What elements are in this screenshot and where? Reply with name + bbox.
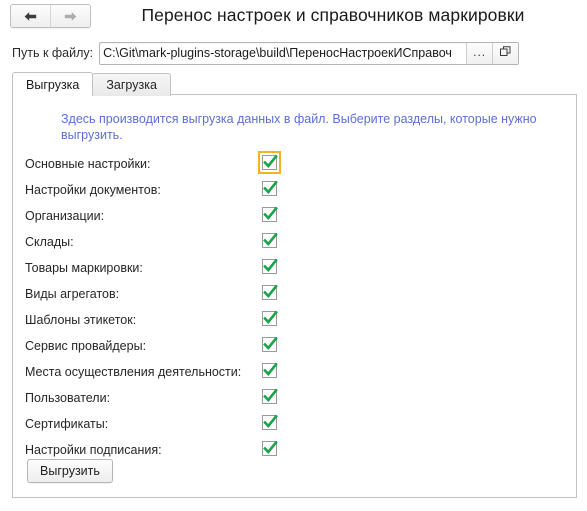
checkbox-label: Организации:	[25, 209, 105, 223]
tab-zagruzka[interactable]: Загрузка	[92, 73, 171, 96]
checkbox-row-servis-provaydery[interactable]: Сервис провайдеры:	[13, 333, 576, 359]
section-checkbox-list: Основные настройки: Настройки документов…	[13, 151, 576, 463]
browse-button[interactable]: ...	[466, 42, 493, 64]
back-button[interactable]	[11, 5, 50, 27]
open-external-button[interactable]	[492, 42, 519, 64]
checkbox-label: Сертификаты:	[25, 417, 109, 431]
open-external-icon	[499, 45, 512, 61]
checkbox-label: Сервис провайдеры:	[25, 339, 147, 353]
checkbox-input[interactable]	[262, 388, 278, 404]
checkbox-row-tovary-markirovki[interactable]: Товары маркировки:	[13, 255, 576, 281]
checkbox-input[interactable]	[262, 414, 278, 430]
checkbox-input[interactable]	[262, 232, 278, 248]
checkbox-input[interactable]	[262, 284, 278, 300]
tab-panel-vygruzka: Здесь производится выгрузка данных в фай…	[12, 94, 577, 498]
checkbox-row-vidy-agregatov[interactable]: Виды агрегатов:	[13, 281, 576, 307]
file-path-input[interactable]	[100, 42, 467, 64]
checkbox-row-sklady[interactable]: Склады:	[13, 229, 576, 255]
arrow-right-icon	[63, 11, 78, 22]
checkbox-input[interactable]	[262, 336, 278, 352]
checkbox-input[interactable]	[258, 151, 281, 174]
file-path-control: ...	[99, 41, 520, 65]
checkbox-row-nastroyki-dokumentov[interactable]: Настройки документов:	[13, 177, 576, 203]
tab-label: Выгрузка	[26, 77, 80, 92]
checkbox-input[interactable]	[262, 310, 278, 326]
export-button[interactable]: Выгрузить	[27, 459, 113, 483]
arrow-left-icon	[23, 11, 38, 22]
title-bar: Перенос настроек и справочников маркиров…	[0, 0, 587, 36]
file-path-label: Путь к файлу:	[12, 46, 94, 60]
checkbox-row-osnovnye-nastroyki[interactable]: Основные настройки:	[13, 151, 576, 177]
checkbox-row-organizacii[interactable]: Организации:	[13, 203, 576, 229]
tab-label: Загрузка	[106, 78, 157, 92]
checkbox-input[interactable]	[262, 258, 278, 274]
checkbox-label: Основные настройки:	[25, 157, 151, 171]
checkbox-label: Настройки документов:	[25, 183, 161, 197]
checkbox-label: Шаблоны этикеток:	[25, 313, 137, 327]
checkbox-input[interactable]	[262, 362, 278, 378]
checkbox-label: Пользователи:	[25, 391, 111, 405]
file-path-row: Путь к файлу: ...	[0, 40, 587, 66]
checkbox-row-polzovateli[interactable]: Пользователи:	[13, 385, 576, 411]
checkbox-row-shablony-etiketok[interactable]: Шаблоны этикеток:	[13, 307, 576, 333]
checkbox-input[interactable]	[262, 206, 278, 222]
tab-strip: Выгрузка Загрузка	[12, 72, 577, 97]
navigation-buttons	[10, 4, 91, 28]
checkbox-input[interactable]	[262, 440, 278, 456]
checkbox-label: Места осуществления деятельности:	[25, 365, 242, 379]
checkbox-input[interactable]	[262, 180, 278, 196]
panel-hint-text: Здесь производится выгрузка данных в фай…	[61, 112, 537, 142]
checkbox-row-sertifikaty[interactable]: Сертификаты:	[13, 411, 576, 437]
checkbox-label: Виды агрегатов:	[25, 287, 120, 301]
checkbox-label: Склады:	[25, 235, 74, 249]
checkbox-label: Товары маркировки:	[25, 261, 143, 275]
tab-vygruzka[interactable]: Выгрузка	[12, 72, 94, 97]
checkbox-row-mesta-osushchestvleniya-deyatelnosti[interactable]: Места осуществления деятельности:	[13, 359, 576, 385]
forward-button[interactable]	[50, 5, 90, 27]
checkbox-label: Настройки подписания:	[25, 443, 162, 457]
page-title: Перенос настроек и справочников маркиров…	[141, 5, 525, 25]
